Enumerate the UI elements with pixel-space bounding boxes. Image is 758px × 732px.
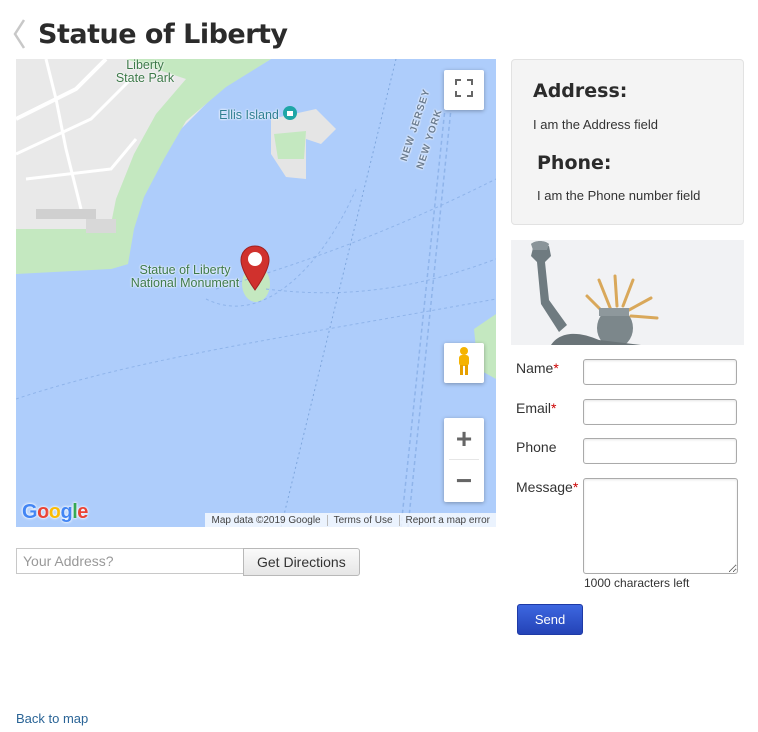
name-field[interactable] [583, 359, 737, 385]
send-button[interactable]: Send [517, 604, 583, 635]
landmark-icon [283, 106, 297, 125]
map-attribution: Map data ©2019 Google Terms of Use Repor… [205, 513, 496, 527]
contact-info-panel: Address: I am the Address field Phone: I… [511, 59, 744, 225]
phone-text: I am the Phone number field [537, 188, 701, 203]
zoom-control: + − [444, 418, 484, 502]
address-text: I am the Address field [533, 117, 659, 132]
chevron-left-icon[interactable] [12, 17, 34, 51]
directions-bar: Get Directions [16, 548, 360, 576]
page-title: Statue of Liberty [38, 18, 288, 50]
zoom-in-button[interactable]: + [444, 418, 484, 459]
char-count: 1000 characters left [584, 576, 690, 590]
required-mark: * [553, 360, 559, 376]
required-mark: * [572, 479, 579, 495]
map-view[interactable]: Liberty State Park Ellis Island Statue o… [16, 59, 496, 527]
email-field[interactable] [583, 399, 737, 425]
statue-photo [511, 240, 744, 345]
back-to-map-link[interactable]: Back to map [16, 711, 88, 726]
fullscreen-button[interactable] [444, 70, 484, 110]
message-field[interactable] [583, 478, 738, 574]
required-mark: * [551, 400, 557, 416]
email-label-text: Email [516, 400, 552, 416]
address-heading: Address: [533, 80, 628, 102]
email-label: Email* [516, 400, 556, 416]
phone-field[interactable] [583, 438, 737, 464]
phone-heading: Phone: [537, 152, 612, 174]
map-marker-icon[interactable] [239, 244, 271, 297]
phone-label-text: Phone [516, 439, 557, 455]
street-view-button[interactable] [444, 343, 484, 383]
map-label-monument: Statue of Liberty National Monument [130, 263, 240, 290]
message-label: Message* [516, 479, 578, 495]
name-label: Name* [516, 360, 559, 376]
google-logo: Google [22, 501, 88, 523]
report-map-error-link[interactable]: Report a map error [398, 514, 496, 526]
street-view-pegman-icon [455, 346, 473, 381]
map-label-ellis-island: Ellis Island [219, 108, 279, 122]
get-directions-button[interactable]: Get Directions [243, 548, 360, 576]
map-label-park: Liberty State Park [115, 59, 175, 85]
fullscreen-icon [455, 78, 473, 102]
terms-of-use-link[interactable]: Terms of Use [326, 514, 399, 526]
message-label-text: Message [516, 479, 573, 495]
address-input[interactable] [16, 548, 243, 574]
phone-label: Phone [516, 439, 556, 455]
name-label-text: Name [516, 360, 554, 376]
page-header: Statue of Liberty [12, 14, 288, 54]
map-data-text: Map data ©2019 Google [211, 514, 321, 526]
zoom-out-button[interactable]: − [444, 460, 484, 501]
